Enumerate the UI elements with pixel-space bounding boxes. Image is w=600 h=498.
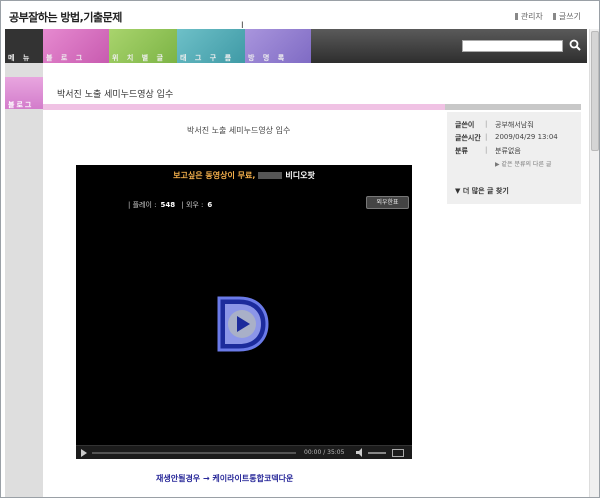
volume-icon[interactable] (356, 448, 365, 457)
blurred-text (258, 172, 283, 179)
video-time: 00:00 / 35:05 (304, 449, 345, 456)
post-info-box: 글쓴이 | 공부해서남줘 글쓴시간 | 2009/04/29 13:04 분류 | 분류없음… (447, 112, 581, 204)
bullet-icon (514, 13, 518, 20)
site-title[interactable]: 공부잘하는 방법,기출문제 (9, 9, 122, 25)
sidebar-blog-label[interactable]: 블로그 (8, 100, 33, 110)
video-controls: 00:00 / 35:05 (76, 445, 412, 459)
info-category-row: 분류 | 분류없음 (455, 146, 521, 156)
browser-frame: 공부잘하는 방법,기출문제 I 관리자 글쓰기 메 뉴 블 로 그 위 치 별 … (0, 0, 600, 498)
left-rail (5, 63, 43, 497)
video-stats: | 플레이 :548 | 외우 :6 (128, 201, 213, 209)
tab-blog[interactable]: 블 로 그 (43, 29, 109, 63)
scrollbar[interactable] (589, 29, 599, 497)
play-logo-icon[interactable] (215, 295, 269, 353)
category-value[interactable]: 분류없음 (495, 146, 521, 156)
info-author-row: 글쓴이 | 공부해서남줘 (455, 120, 534, 130)
scroll-thumb[interactable] (591, 31, 599, 151)
fullscreen-icon[interactable] (392, 449, 404, 457)
more-posts-link[interactable]: ▼ 더 많은 글 찾기 (455, 186, 509, 196)
info-topline (445, 104, 581, 110)
tab-guestbook[interactable]: 방 명 록 (245, 29, 311, 63)
tab-location[interactable]: 위 치 별 글 (109, 29, 177, 63)
search-icon[interactable] (569, 39, 581, 51)
top-links: 관리자 글쓰기 (514, 11, 581, 22)
title-underline (43, 104, 445, 110)
progress-bar[interactable] (92, 452, 296, 454)
post-body-title: 박서진 노출 세미누드영상 입수 (187, 126, 291, 135)
video-player[interactable]: 보고싶은 동영상이 무료, 비디오팟 | 플레이 :548 | 외우 :6 외우한… (76, 165, 412, 459)
play-icon[interactable] (80, 449, 88, 457)
author-value[interactable]: 공부해서남줘 (495, 120, 534, 130)
admin-link[interactable]: 관리자 (514, 11, 543, 22)
time-value: 2009/04/29 13:04 (495, 133, 558, 141)
post-title[interactable]: 박서진 노출 세미누드영상 입수 (57, 87, 173, 100)
codec-download-link[interactable]: 재생안될경우 → 케이라이트통합코덱다운 (156, 473, 293, 484)
info-time-row: 글쓴시간 | 2009/04/29 13:04 (455, 133, 558, 142)
tab-menu[interactable]: 메 뉴 (5, 29, 43, 63)
search-input[interactable] (462, 40, 563, 52)
vote-button[interactable]: 외우한표 (366, 196, 409, 209)
related-posts-link[interactable]: ▶ 같은 분류의 다른 글 (495, 159, 551, 168)
bullet-icon (552, 13, 556, 20)
video-banner[interactable]: 보고싶은 동영상이 무료, 비디오팟 (76, 165, 412, 187)
tab-tag-cloud[interactable]: 태 그 구 름 (177, 29, 245, 63)
volume-slider[interactable] (368, 452, 386, 454)
write-link[interactable]: 글쓰기 (552, 11, 581, 22)
